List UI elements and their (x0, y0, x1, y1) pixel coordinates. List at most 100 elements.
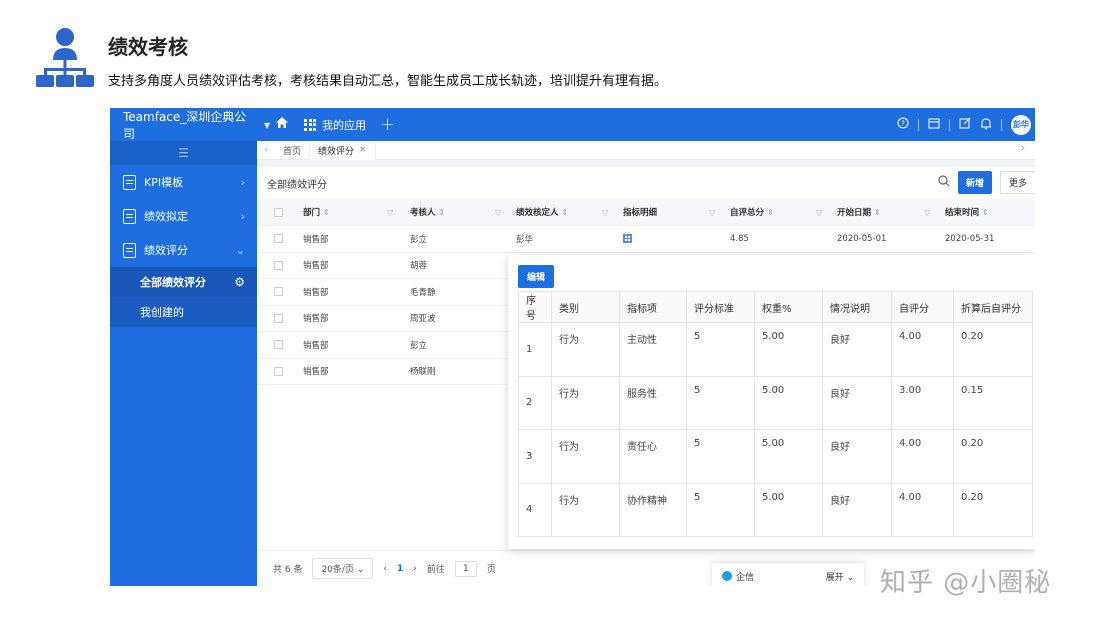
column-header[interactable]: 绩效核定人 ⇕ (516, 199, 568, 225)
sidebar-item-performance-draft[interactable]: 绩效拟定 › (110, 199, 257, 233)
sidebar-subitem-created-by-me[interactable]: 我创建的 (110, 297, 257, 327)
app-window: Teamface_深圳企典公司 ▾ 我的应用 + ? 彭华 ☰ KPI模板 › … (110, 108, 1035, 586)
calendar-icon[interactable] (928, 117, 940, 132)
cell-assessor: 杨联刚 (410, 367, 436, 378)
cell-note: 良好 (822, 375, 892, 430)
bell-icon[interactable] (980, 117, 992, 133)
column-header[interactable]: 部门 ⇕ (303, 199, 330, 225)
cell-self-score: 4.00 (891, 322, 954, 377)
chevron-right-icon: › (240, 209, 245, 223)
tab-label: 首页 (283, 146, 302, 157)
divider (1001, 118, 1002, 131)
total-count: 共 6 条 (273, 565, 303, 575)
indicator-detail-icon[interactable] (623, 234, 632, 244)
chat-bar[interactable]: 企信 展开 ⌄ (712, 563, 864, 586)
watermark: 知乎 @小圈秘 (880, 568, 1052, 598)
sidebar-item-kpi-template[interactable]: KPI模板 › (110, 165, 257, 199)
table-row[interactable]: 销售部 彭立 彭华 4.85 2020-05-01 2020-05-31 (257, 226, 1035, 253)
detail-row: 1 行为 主动性 5 5.00 良好 4.00 0.20 (518, 322, 1033, 377)
row-checkbox[interactable] (274, 366, 283, 376)
cell-item: 服务性 (619, 375, 687, 430)
page-title: 绩效考核 (108, 35, 188, 59)
cell-score: 4.85 (730, 233, 749, 244)
edit-button[interactable]: 编辑 (518, 265, 555, 288)
more-button[interactable]: 更多 (999, 171, 1035, 194)
gear-icon[interactable]: ⚙ (234, 275, 245, 289)
page-suffix: 页 (486, 565, 496, 575)
filter-icon[interactable]: ▽ (602, 199, 608, 225)
cell-start-date: 2020-05-01 (837, 233, 887, 244)
tab-home[interactable]: 首页 (275, 140, 311, 160)
search-icon[interactable] (938, 174, 950, 191)
edit-note-icon[interactable] (959, 117, 971, 132)
sidebar-item-performance-score[interactable]: 绩效评分 ⌄ (110, 233, 257, 267)
home-icon[interactable] (270, 116, 294, 133)
filter-icon[interactable]: ▽ (495, 199, 501, 225)
cell-standard: 5 (686, 322, 755, 377)
row-checkbox[interactable] (274, 234, 283, 244)
tab-bar: ‹ 首页 绩效评分 × › (257, 140, 1035, 160)
page-number[interactable]: 1 (397, 564, 403, 574)
top-bar: Teamface_深圳企典公司 ▾ 我的应用 + ? 彭华 (110, 108, 1035, 141)
tab-label: 绩效评分 (318, 146, 355, 157)
goto-page-input[interactable]: 1 (454, 560, 477, 577)
svg-text:?: ? (901, 120, 905, 128)
org-chart-person-icon (34, 26, 96, 90)
filter-icon[interactable]: ▽ (387, 199, 393, 225)
column-header: 指标项 (619, 291, 687, 323)
divider (918, 118, 919, 131)
cell-assessor: 胡蓉 (410, 261, 428, 272)
goto-label: 前往 (426, 565, 445, 575)
cell-dept: 销售部 (303, 261, 329, 272)
company-switcher[interactable]: Teamface_深圳企典公司 ▾ (110, 108, 270, 142)
cell-index: 4 (518, 482, 552, 537)
row-checkbox[interactable] (274, 340, 283, 350)
column-header[interactable]: 自评总分 ⇕ (730, 199, 774, 225)
sidebar-subitem-all-scores[interactable]: 全部绩效评分 ⚙ (110, 267, 257, 297)
add-icon[interactable]: + (380, 114, 395, 135)
prev-page-icon[interactable]: ‹ (383, 564, 387, 574)
filter-icon[interactable]: ▽ (709, 199, 715, 225)
cell-dept: 销售部 (303, 314, 329, 325)
cell-index: 3 (518, 429, 552, 484)
chat-expand-button[interactable]: 展开 ⌄ (826, 570, 854, 583)
detail-row: 3 行为 责任心 5 5.00 良好 4.00 0.20 (518, 429, 1033, 484)
row-checkbox[interactable] (274, 287, 283, 297)
help-icon[interactable]: ? (897, 117, 909, 132)
select-all-checkbox[interactable] (274, 207, 283, 217)
chat-label: 企信 (736, 572, 755, 583)
cell-self-score: 3.00 (891, 375, 954, 430)
column-header[interactable]: 指标明细 (623, 199, 657, 225)
chevron-right-icon: › (240, 175, 245, 189)
close-icon[interactable]: × (359, 145, 367, 155)
column-header[interactable]: 考核人 ⇕ (410, 199, 445, 225)
document-icon (123, 208, 136, 224)
cell-category: 行为 (551, 429, 620, 484)
column-header[interactable]: 结束时间 ⇕ (945, 199, 989, 225)
tab-performance-score[interactable]: 绩效评分 × (310, 140, 376, 160)
row-checkbox[interactable] (274, 313, 283, 323)
new-button[interactable]: 新增 (957, 171, 992, 194)
cell-assessor: 毛青静 (410, 287, 436, 298)
detail-row: 2 行为 服务性 5 5.00 良好 3.00 0.15 (518, 375, 1033, 430)
avatar[interactable]: 彭华 (1011, 114, 1031, 135)
chevron-right-icon[interactable]: › (1021, 143, 1025, 154)
cell-end-date: 2020-05-31 (945, 233, 995, 244)
filter-icon[interactable]: ▽ (816, 199, 822, 225)
collapse-menu-icon[interactable]: ☰ (110, 141, 257, 165)
cell-self-score: 4.00 (891, 482, 954, 537)
filter-icon[interactable]: ▽ (924, 199, 930, 225)
table-header-row: 部门 ⇕ ▽ 考核人 ⇕ ▽ 绩效核定人 ⇕ ▽ 指标明细 ▽ 自评总分 ⇕ ▽… (257, 199, 1035, 226)
detail-row: 4 行为 协作精神 5 5.00 良好 4.00 0.20 (518, 482, 1033, 537)
cell-dept: 销售部 (303, 367, 329, 378)
cell-weight: 5.00 (754, 375, 823, 430)
row-checkbox[interactable] (274, 260, 283, 270)
next-page-icon[interactable]: › (413, 564, 417, 574)
column-header[interactable]: 开始日期 ⇕ (837, 199, 881, 225)
cell-dept: 销售部 (303, 340, 329, 351)
page-size-select[interactable]: 20条/页 ⌄ (312, 558, 374, 579)
column-header: 评分标准 (686, 291, 755, 323)
cell-item: 协作精神 (619, 482, 687, 537)
chevron-left-icon[interactable]: ‹ (257, 145, 275, 155)
my-apps-menu[interactable]: 我的应用 (304, 117, 366, 133)
